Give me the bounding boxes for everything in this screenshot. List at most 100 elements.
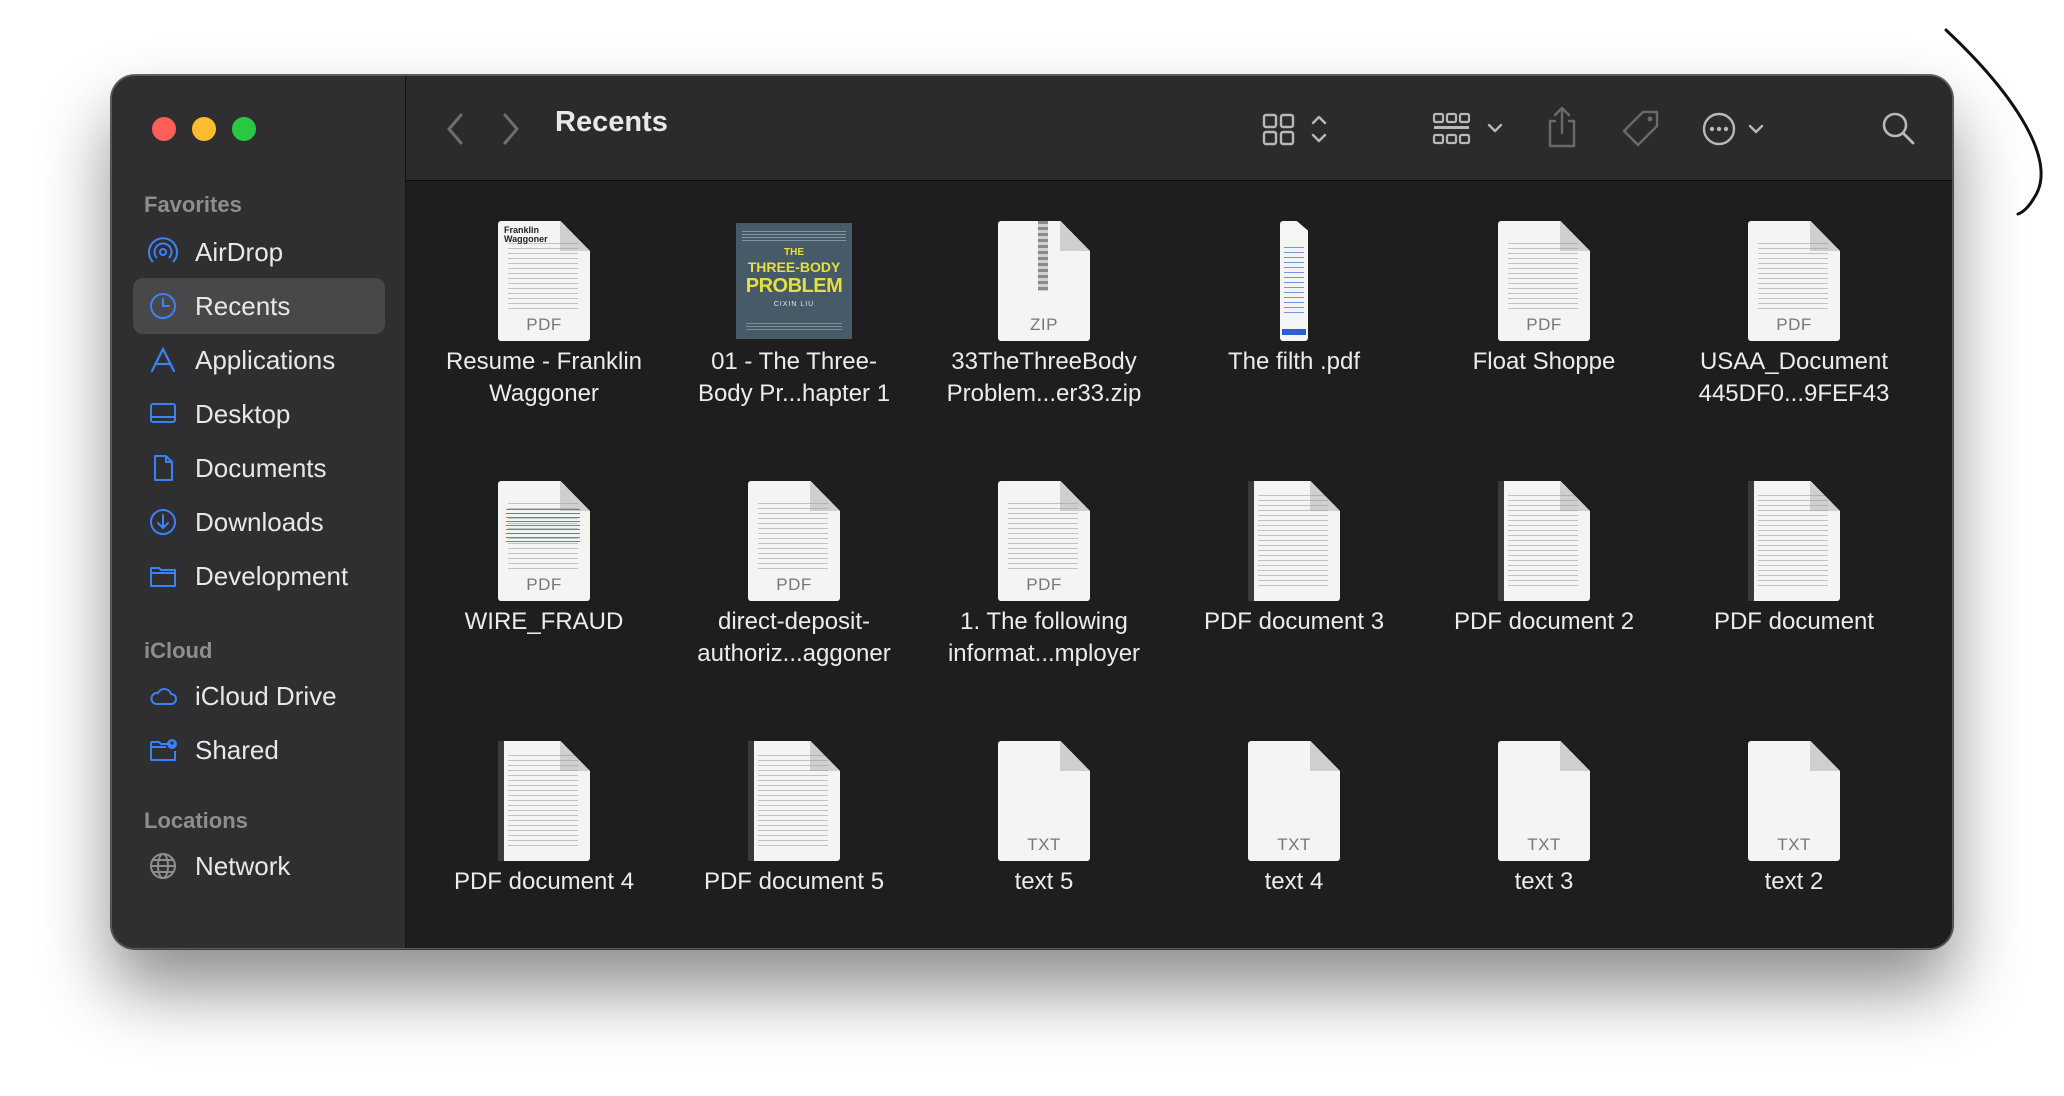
chevron-left-icon: [447, 113, 463, 145]
sidebar-item-shared[interactable]: Shared: [133, 722, 385, 778]
file-name-line: Body Pr...hapter 1: [697, 380, 891, 407]
file-item[interactable]: TXT text 5: [929, 741, 1159, 941]
file-item[interactable]: PDF WIRE_FRAUD: [429, 481, 659, 681]
file-name-line: The filth .pdf: [1227, 348, 1361, 375]
pdf-thumbnail: Franklin Waggoner PDF: [498, 221, 590, 341]
file-item[interactable]: PDF direct-deposit-authoriz...aggoner: [679, 481, 909, 681]
zoom-window-button[interactable]: [232, 117, 256, 141]
file-name: WIRE_FRAUD: [429, 606, 659, 638]
text-file-icon: TXT: [998, 741, 1090, 861]
minimize-window-button[interactable]: [192, 117, 216, 141]
pdf-thumbnail: [1498, 481, 1590, 601]
file-name-line: USAA_Document: [1699, 348, 1889, 375]
file-name-line: 445DF0...9FEF43: [1698, 380, 1890, 407]
sidebar-item-downloads[interactable]: Downloads: [133, 494, 385, 550]
file-item[interactable]: PDF document 3: [1179, 481, 1409, 681]
file-name: text 5: [929, 866, 1159, 898]
pdf-thumbnail: PDF: [748, 481, 840, 601]
file-name-line: 1. The following: [960, 608, 1128, 635]
file-name: PDF document 2: [1429, 606, 1659, 638]
globe-icon: [147, 850, 179, 882]
ellipsis-circle-icon: [1702, 112, 1764, 146]
file-name-line: PDF document 2: [1453, 608, 1635, 635]
chevron-right-icon: [503, 113, 519, 145]
text-file-icon: TXT: [1498, 741, 1590, 861]
pdf-thumbnail: PDF: [1498, 221, 1590, 341]
tag-icon: [1622, 110, 1659, 147]
file-name-line: Resume - Franklin: [445, 348, 643, 375]
file-name: The filth .pdf: [1179, 346, 1409, 378]
file-item[interactable]: THE THREE-BODY PROBLEM CIXIN LIU 01 - The Th…: [679, 221, 909, 421]
file-item[interactable]: TXT text 2: [1679, 741, 1909, 941]
share-button[interactable]: [1544, 104, 1580, 150]
sidebar-item-label: Shared: [195, 734, 279, 765]
file-item[interactable]: PDF document 2: [1429, 481, 1659, 681]
pdf-thumbnail: [1248, 481, 1340, 601]
file-item[interactable]: ZIP 33TheThreeBody Problem...er33.zip: [929, 221, 1159, 421]
file-item[interactable]: PDF Float Shoppe: [1429, 221, 1659, 421]
toolbar: Recents: [406, 76, 1952, 181]
window-controls: [152, 117, 256, 141]
sidebar-item-airdrop[interactable]: AirDrop: [133, 224, 385, 280]
file-name-line: WIRE_FRAUD: [464, 608, 624, 635]
sidebar-item-icloud-drive[interactable]: iCloud Drive: [133, 668, 385, 724]
file-item[interactable]: PDF USAA_Document 445DF0...9FEF43: [1679, 221, 1909, 421]
sidebar-section-title: Locations: [144, 808, 248, 833]
clock-icon: [147, 290, 179, 322]
file-item[interactable]: PDF document 5: [679, 741, 909, 941]
sidebar-item-recents[interactable]: Recents: [133, 278, 385, 334]
pdf-thumbnail: PDF: [998, 481, 1090, 601]
grid-view-icon: [1262, 113, 1327, 146]
file-name-line: 33TheThreeBody: [951, 348, 1137, 375]
file-item[interactable]: Franklin Waggoner PDF Resume - Franklin Wagg…: [429, 221, 659, 421]
sidebar-item-desktop[interactable]: Desktop: [133, 386, 385, 442]
pdf-thumbnail: PDF: [498, 481, 590, 601]
file-name-line: Problem...er33.zip: [946, 380, 1142, 407]
sidebar-section-title: Favorites: [144, 192, 242, 217]
sidebar-section-title: iCloud: [144, 638, 213, 663]
file-name-line: text 4: [1264, 868, 1324, 895]
screenshot-stage: Favorites AirDrop Recents Applications Deskt…: [0, 0, 2064, 1096]
search-button[interactable]: [1878, 108, 1918, 148]
file-item[interactable]: TXT text 3: [1429, 741, 1659, 941]
folder-icon: [147, 560, 179, 592]
sidebar-item-label: Desktop: [195, 398, 291, 429]
view-mode-button[interactable]: [1261, 110, 1333, 148]
sidebar-item-network[interactable]: Network: [133, 838, 385, 894]
group-by-button[interactable]: [1431, 110, 1511, 148]
search-icon: [1882, 112, 1915, 145]
airdrop-icon: [147, 236, 179, 268]
file-item[interactable]: The filth .pdf: [1179, 221, 1409, 421]
file-item[interactable]: PDF document 4: [429, 741, 659, 941]
sidebar-item-label: iCloud Drive: [195, 680, 337, 711]
tag-button[interactable]: [1620, 108, 1662, 150]
file-name-line: authoriz...aggoner: [697, 640, 891, 667]
file-name-line: informat...mployer: [947, 640, 1141, 667]
close-window-button[interactable]: [152, 117, 176, 141]
file-name: text 3: [1429, 866, 1659, 898]
file-name: PDF document: [1679, 606, 1909, 638]
file-name: PDF document 3: [1179, 606, 1409, 638]
file-name-line: Waggoner: [489, 380, 599, 407]
zip-file-icon: ZIP: [998, 221, 1090, 341]
file-name: PDF document 4: [429, 866, 659, 898]
more-actions-button[interactable]: [1701, 110, 1775, 148]
file-name: USAA_Document 445DF0...9FEF43: [1679, 346, 1909, 410]
pdf-thumbnail: [1280, 221, 1308, 341]
file-item[interactable]: PDF 1. The following informat...mployer: [929, 481, 1159, 681]
forward-button[interactable]: [498, 110, 524, 148]
file-item[interactable]: PDF document: [1679, 481, 1909, 681]
file-name: 01 - The Three- Body Pr...hapter 1: [679, 346, 909, 410]
sidebar-item-label: AirDrop: [195, 236, 284, 267]
applications-icon: [147, 344, 179, 376]
cloud-icon: [147, 680, 179, 712]
file-item[interactable]: TXT text 4: [1179, 741, 1409, 941]
finder-window: Favorites AirDrop Recents Applications Deskt…: [111, 75, 1953, 949]
sidebar-item-applications[interactable]: Applications: [133, 332, 385, 388]
sidebar-item-development[interactable]: Development: [133, 548, 385, 604]
back-button[interactable]: [442, 110, 468, 148]
file-name-line: PDF document: [1713, 608, 1875, 635]
sidebar: Favorites AirDrop Recents Applications Deskt…: [112, 76, 406, 948]
window-title: Recents: [555, 106, 668, 138]
sidebar-item-documents[interactable]: Documents: [133, 440, 385, 496]
